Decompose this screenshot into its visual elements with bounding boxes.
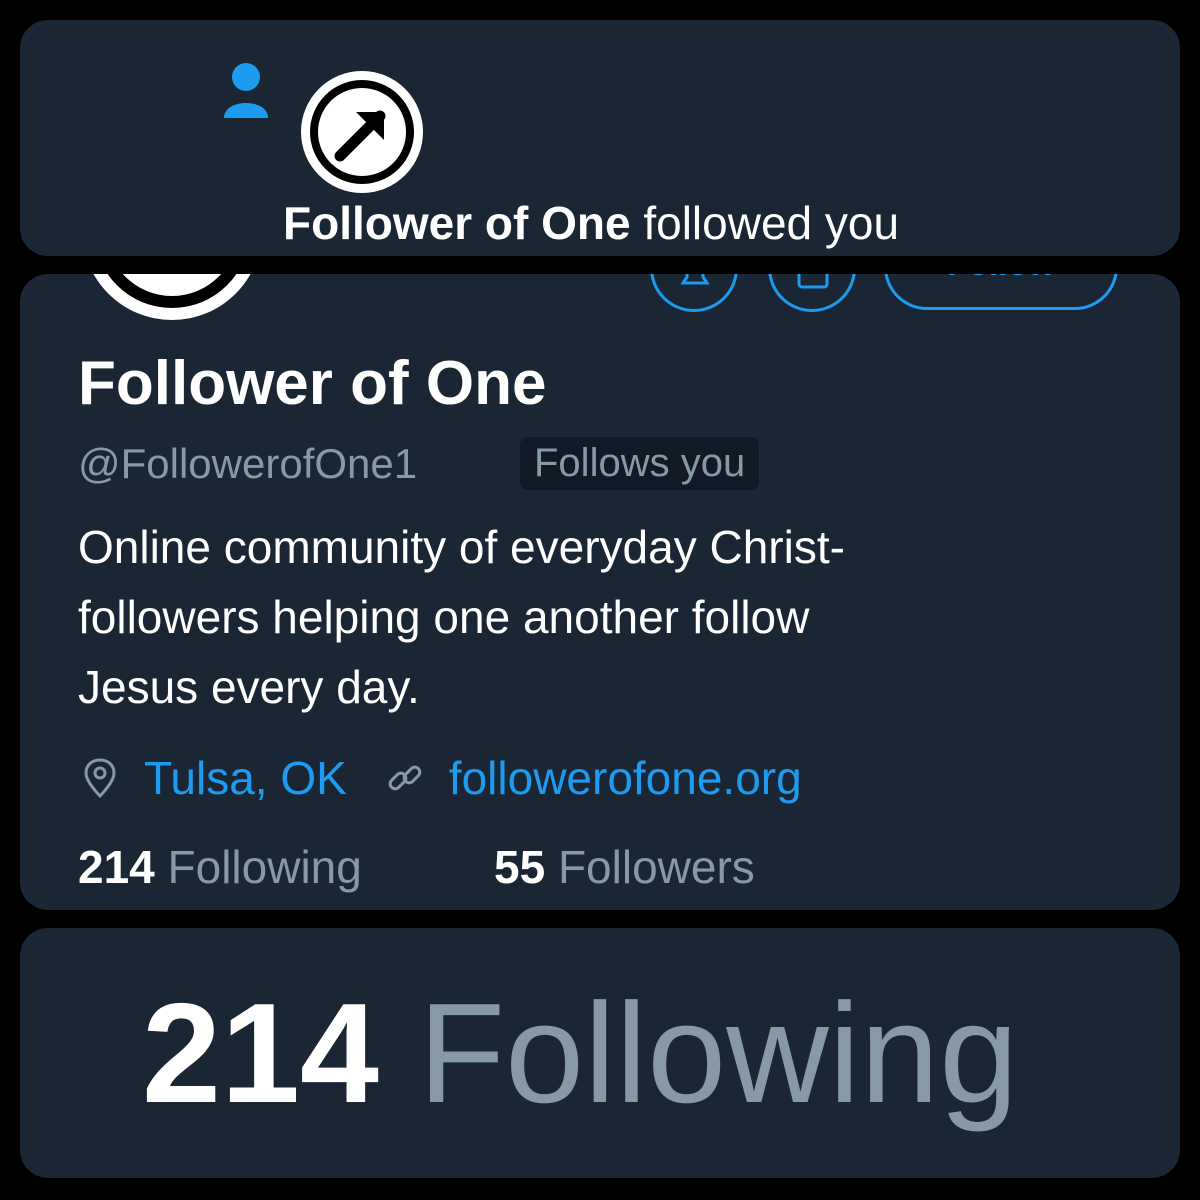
bio-line: followers helping one another follow — [78, 591, 810, 643]
followers-count: 55 — [494, 841, 546, 893]
follow-notification[interactable]: Follower of One followed you — [20, 20, 1180, 256]
notifications-button[interactable] — [650, 274, 738, 312]
envelope-icon — [797, 274, 829, 289]
followers-label: Followers — [545, 841, 755, 893]
bio-line: Online community of everyday Christ- — [78, 521, 845, 573]
follow-button[interactable]: Follow — [884, 274, 1118, 310]
profile-avatar[interactable] — [80, 274, 264, 322]
follow-stats: 214 Following 55 Followers — [78, 840, 755, 894]
arrow-up-right-circle-icon[interactable] — [300, 70, 424, 194]
following-label: Following — [154, 841, 362, 893]
website-link[interactable]: followerofone.org — [449, 751, 802, 805]
following-stat[interactable]: 214 Following — [78, 841, 362, 893]
display-name: Follower of One — [78, 349, 547, 418]
following-zoom-stat: 214 Following — [142, 972, 1018, 1136]
bell-icon — [680, 274, 710, 285]
follow-button-label: Follow — [887, 274, 1115, 284]
link-icon — [388, 765, 422, 791]
notification-actor-name[interactable]: Follower of One — [283, 197, 631, 249]
person-icon — [224, 63, 268, 118]
location-text: Tulsa, OK — [144, 752, 347, 804]
zoom-following-count: 214 — [142, 974, 379, 1133]
follows-you-badge: Follows you — [520, 437, 760, 490]
profile-meta: Tulsa, OK followerofone.org — [78, 750, 802, 806]
notification-action-text: followed you — [630, 197, 900, 249]
handle: @FollowerofOne1 — [78, 440, 418, 487]
notification-text: Follower of One followed you — [283, 196, 899, 250]
bio-line: Jesus every day. — [78, 661, 420, 713]
followers-stat[interactable]: 55 Followers — [494, 840, 755, 894]
following-zoom-panel: 214 Following — [20, 928, 1180, 1178]
zoom-following-label: Following — [378, 974, 1019, 1133]
following-count: 214 — [78, 841, 155, 893]
message-button[interactable] — [768, 274, 856, 312]
profile-card: Follow Follower of One @FollowerofOne1 F… — [20, 274, 1180, 910]
bio: Online community of everyday Christ- fol… — [78, 512, 1138, 722]
location-pin-icon — [84, 758, 116, 799]
